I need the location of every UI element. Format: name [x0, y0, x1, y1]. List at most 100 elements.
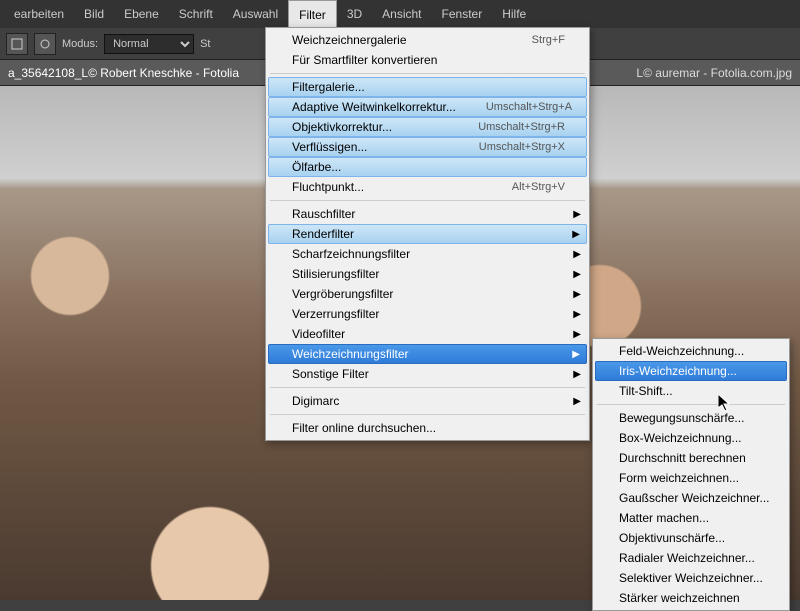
filter-menu-separator [270, 414, 585, 415]
menu-item-label: Bewegungsunschärfe... [619, 411, 744, 425]
filter-menu-separator [270, 200, 585, 201]
menu-item-label: Videofilter [292, 327, 345, 341]
blur-submenu: Feld-Weichzeichnung... Iris-Weichzeichnun… [592, 338, 790, 611]
filter-menu-item[interactable]: Scharfzeichnungsfilter ▶ [268, 244, 587, 264]
submenu-arrow-icon: ▶ [573, 269, 581, 280]
menubar-item-fenster[interactable]: Fenster [432, 0, 493, 28]
blur-submenu-separator [597, 404, 785, 405]
modus-label: Modus: [62, 38, 98, 50]
st-label: St [200, 38, 210, 50]
blur-submenu-item[interactable]: Form weichzeichnen... [595, 468, 787, 488]
menubar-item-filter[interactable]: Filter [288, 0, 337, 28]
menu-item-label: Für Smartfilter konvertieren [292, 53, 437, 67]
filter-menu-item[interactable]: Vergröberungsfilter ▶ [268, 284, 587, 304]
menu-item-label: Form weichzeichnen... [619, 471, 739, 485]
menubar-item-bild[interactable]: Bild [74, 0, 114, 28]
menu-item-label: Stärker weichzeichnen [619, 591, 740, 605]
blur-submenu-item[interactable]: Feld-Weichzeichnung... [595, 341, 787, 361]
filter-menu-item[interactable]: Ölfarbe... [268, 157, 587, 177]
filter-menu-item[interactable]: Adaptive Weitwinkelkorrektur...Umschalt+… [268, 97, 587, 117]
blur-submenu-item[interactable]: Box-Weichzeichnung... [595, 428, 787, 448]
menubar-item-auswahl[interactable]: Auswahl [223, 0, 288, 28]
filter-menu-separator [270, 73, 585, 74]
menubar-item-earbeiten[interactable]: earbeiten [4, 0, 74, 28]
submenu-arrow-icon: ▶ [572, 349, 580, 360]
filter-menu-item[interactable]: Rauschfilter▶ [268, 204, 587, 224]
menu-item-label: Selektiver Weichzeichner... [619, 571, 763, 585]
submenu-arrow-icon: ▶ [573, 249, 581, 260]
menu-item-label: Objektivkorrektur... [292, 120, 392, 134]
blur-submenu-item[interactable]: Durchschnitt berechnen [595, 448, 787, 468]
blur-submenu-item[interactable]: Tilt-Shift... [595, 381, 787, 401]
tab-document-2[interactable]: L© auremar - Fotolia.com.jpg [636, 66, 792, 80]
blur-submenu-item[interactable]: Iris-Weichzeichnung... [595, 361, 787, 381]
menu-item-label: Radialer Weichzeichner... [619, 551, 755, 565]
menubar-item-schrift[interactable]: Schrift [169, 0, 223, 28]
blur-submenu-item[interactable]: Gaußscher Weichzeichner... [595, 488, 787, 508]
filter-menu-item[interactable]: Objektivkorrektur... Umschalt+Strg+R [268, 117, 587, 137]
menu-item-label: Ölfarbe... [292, 160, 341, 174]
submenu-arrow-icon: ▶ [573, 309, 581, 320]
menubar-item-3d[interactable]: 3D [337, 0, 372, 28]
filter-menu-item[interactable]: Verflüssigen... Umschalt+Strg+X [268, 137, 587, 157]
menu-item-label: Filter online durchsuchen... [292, 421, 436, 435]
menu-item-label: Weichzeichnungsfilter [292, 347, 409, 361]
menu-item-label: Scharfzeichnungsfilter [292, 247, 410, 261]
blur-submenu-item[interactable]: Bewegungsunschärfe... [595, 408, 787, 428]
submenu-arrow-icon: ▶ [573, 209, 581, 220]
submenu-arrow-icon: ▶ [573, 396, 581, 407]
tool-icon[interactable] [6, 33, 28, 55]
blur-submenu-item[interactable]: Stärker weichzeichnen [595, 588, 787, 608]
menu-item-label: Vergröberungsfilter [292, 287, 393, 301]
menubar-item-ebene[interactable]: Ebene [114, 0, 169, 28]
menu-item-shortcut: Umschalt+Strg+R [478, 121, 565, 133]
tab-document-1[interactable]: a_35642108_L© Robert Kneschke - Fotolia [8, 66, 239, 80]
menu-item-shortcut: Alt+Strg+V [512, 181, 565, 193]
menubar-item-hilfe[interactable]: Hilfe [492, 0, 536, 28]
menu-item-label: Stilisierungsfilter [292, 267, 379, 281]
filter-menu-item[interactable]: Stilisierungsfilter ▶ [268, 264, 587, 284]
menu-item-label: Sonstige Filter [292, 367, 369, 381]
menu-item-label: Fluchtpunkt... [292, 180, 364, 194]
filter-menu-item[interactable]: Verzerrungsfilter ▶ [268, 304, 587, 324]
filter-menu-item[interactable]: Filtergalerie... [268, 77, 587, 97]
blur-submenu-item[interactable]: Radialer Weichzeichner... [595, 548, 787, 568]
menu-item-label: Durchschnitt berechnen [619, 451, 746, 465]
filter-menu-separator [270, 387, 585, 388]
menu-item-label: Verflüssigen... [292, 140, 367, 154]
filter-menu-item[interactable]: Videofilter ▶ [268, 324, 587, 344]
menu-item-label: Iris-Weichzeichnung... [619, 364, 737, 378]
filter-menu-item[interactable]: Weichzeichnergalerie Strg+F [268, 30, 587, 50]
submenu-arrow-icon: ▶ [573, 369, 581, 380]
menu-item-shortcut: Strg+F [532, 34, 565, 46]
menu-item-label: Verzerrungsfilter [292, 307, 379, 321]
menu-item-label: Renderfilter [292, 227, 354, 241]
menu-item-label: Objektivunschärfe... [619, 531, 725, 545]
menu-item-shortcut: Umschalt+Strg+X [479, 141, 565, 153]
blur-submenu-item[interactable]: Objektivunschärfe... [595, 528, 787, 548]
menu-item-label: Filtergalerie... [292, 80, 365, 94]
blur-submenu-item[interactable]: Selektiver Weichzeichner... [595, 568, 787, 588]
submenu-arrow-icon: ▶ [573, 289, 581, 300]
menu-item-label: Gaußscher Weichzeichner... [619, 491, 770, 505]
menu-item-shortcut: Umschalt+Strg+A [486, 101, 572, 113]
filter-menu-item[interactable]: Weichzeichnungsfilter ▶ [268, 344, 587, 364]
filter-menu-item[interactable]: Filter online durchsuchen... [268, 418, 587, 438]
menu-item-label: Box-Weichzeichnung... [619, 431, 742, 445]
submenu-arrow-icon: ▶ [572, 229, 580, 240]
filter-menu-item[interactable]: Sonstige Filter ▶ [268, 364, 587, 384]
menu-item-label: Digimarc [292, 394, 339, 408]
modus-select[interactable]: Normal [104, 34, 194, 54]
blur-submenu-item[interactable]: Matter machen... [595, 508, 787, 528]
filter-menu-item[interactable]: Für Smartfilter konvertieren [268, 50, 587, 70]
menu-item-label: Tilt-Shift... [619, 384, 673, 398]
menu-item-label: Weichzeichnergalerie [292, 33, 407, 47]
submenu-arrow-icon: ▶ [573, 329, 581, 340]
tool-preset-icon[interactable] [34, 33, 56, 55]
filter-menu-item[interactable]: Digimarc ▶ [268, 391, 587, 411]
menubar: earbeitenBildEbeneSchriftAuswahlFilter3D… [0, 0, 800, 28]
filter-menu-item[interactable]: Renderfilter ▶ [268, 224, 587, 244]
filter-menu-item[interactable]: Fluchtpunkt... Alt+Strg+V [268, 177, 587, 197]
menu-item-label: Feld-Weichzeichnung... [619, 344, 744, 358]
menubar-item-ansicht[interactable]: Ansicht [372, 0, 431, 28]
